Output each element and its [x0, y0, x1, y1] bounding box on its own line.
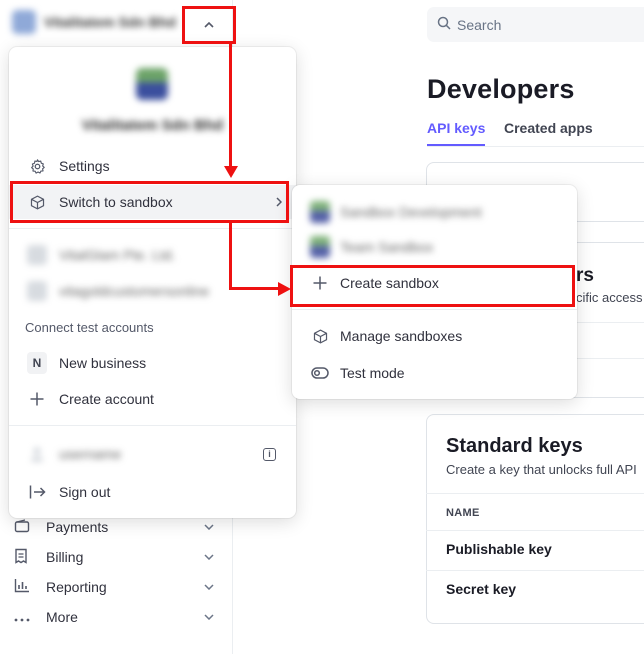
account-avatar: [27, 245, 47, 265]
menu-item-new-business[interactable]: N New business: [9, 346, 296, 380]
menu-item-account[interactable]: VitalGlam Pte. Ltd.: [9, 238, 296, 272]
card-title-partial: rs: [576, 265, 594, 286]
standard-keys-subtitle: Create a key that unlocks full API: [446, 462, 637, 477]
menu-item-label: Create account: [59, 391, 154, 407]
cube-icon: [310, 326, 330, 346]
chevron-down-icon: [204, 611, 214, 623]
menu-item-label: Settings: [59, 158, 110, 174]
annotation-arrow-down: [223, 166, 238, 178]
sandbox-name: Sandbox Development: [340, 204, 482, 220]
annotation-line: [229, 223, 232, 290]
account-dropdown: Vitalitatem Sdn Bhd Settings Switch to s…: [9, 47, 296, 518]
menu-item-label: Sign out: [59, 484, 111, 500]
menu-item-account[interactable]: vitagoldcustomersonline: [9, 274, 296, 308]
gear-icon: [27, 156, 47, 176]
bar-chart-icon: [14, 578, 36, 596]
sandbox-item[interactable]: Sandbox Development: [292, 195, 577, 229]
sidebar-item-reporting[interactable]: Reporting: [14, 574, 214, 600]
sandbox-name: Team Sandbox: [340, 239, 434, 255]
chevron-down-icon: [204, 581, 214, 593]
new-business-badge: N: [27, 352, 47, 374]
user-icon: [27, 444, 47, 464]
account-avatar-icon: [27, 245, 47, 265]
sandbox-logo: [310, 201, 330, 223]
card-subtitle-partial: cific access: [576, 290, 643, 305]
wallet-icon: [14, 518, 36, 536]
search-bar[interactable]: Search: [427, 7, 644, 42]
sidebar-item-more[interactable]: More: [14, 604, 214, 630]
sidebar-item-label: Payments: [46, 519, 109, 535]
account-name: Vitalitatem Sdn Bhd: [44, 14, 176, 30]
menu-item-settings[interactable]: Settings: [9, 149, 296, 183]
annotation-box-create-sandbox: [290, 265, 575, 307]
tab-api-keys[interactable]: API keys: [427, 120, 486, 146]
sandbox-logo: [310, 236, 330, 258]
info-icon[interactable]: i: [263, 447, 276, 461]
menu-item-label: New business: [59, 355, 147, 371]
card-divider: [426, 530, 644, 531]
sandbox-item[interactable]: Team Sandbox: [292, 230, 577, 264]
account-logo: [136, 68, 168, 100]
menu-item-label: VitalGlam Pte. Ltd.: [59, 247, 176, 263]
billing-icon: [14, 548, 36, 567]
sign-out-icon: [27, 482, 47, 502]
menu-item-manage-sandboxes[interactable]: Manage sandboxes: [292, 319, 577, 353]
toggle-icon: [310, 363, 330, 383]
sandbox-logo-icon: [310, 201, 330, 223]
tabs-divider: [427, 146, 644, 147]
menu-item-label: vitagoldcustomersonline: [59, 283, 210, 299]
menu-divider: [9, 228, 296, 229]
user-name: username: [59, 446, 122, 462]
business-badge-icon: N: [27, 352, 47, 374]
table-row-secret-key[interactable]: Secret key: [446, 581, 516, 597]
annotation-box-switch-sandbox: [10, 181, 289, 223]
sandbox-logo-icon: [310, 236, 330, 258]
page-title: Developers: [427, 74, 575, 104]
account-switcher[interactable]: Vitalitatem Sdn Bhd: [12, 10, 176, 34]
search-placeholder: Search: [457, 16, 502, 33]
card-divider: [426, 570, 644, 571]
account-logo: [12, 10, 36, 34]
menu-divider: [292, 309, 577, 310]
account-avatar-icon: [27, 281, 47, 301]
annotation-box-toggle: [182, 6, 236, 44]
sidebar-item-label: Billing: [46, 549, 84, 565]
chevron-down-icon: [204, 551, 214, 563]
menu-item-label: Manage sandboxes: [340, 328, 463, 344]
sidebar-item-label: Reporting: [46, 579, 107, 595]
tab-created-apps[interactable]: Created apps: [504, 120, 593, 144]
table-row-publishable-key[interactable]: Publishable key: [446, 541, 552, 557]
account-name: Vitalitatem Sdn Bhd: [81, 117, 224, 134]
search-icon: [437, 16, 451, 33]
section-label-connect-test: Connect test accounts: [25, 320, 154, 335]
card-divider: [426, 493, 644, 494]
sidebar-item-billing[interactable]: Billing: [14, 544, 214, 570]
menu-item-test-mode[interactable]: Test mode: [292, 356, 577, 390]
menu-item-create-account[interactable]: Create account: [9, 382, 296, 416]
menu-item-user[interactable]: username i: [9, 437, 296, 471]
more-dots-icon: [14, 609, 36, 625]
annotation-line: [229, 44, 232, 168]
menu-item-label: Test mode: [340, 365, 405, 381]
menu-item-sign-out[interactable]: Sign out: [9, 475, 296, 509]
annotation-line: [229, 287, 279, 290]
sidebar-item-label: More: [46, 609, 78, 625]
chevron-down-icon: [204, 521, 214, 533]
account-avatar: [27, 281, 47, 301]
column-header-name: NAME: [446, 507, 480, 519]
menu-divider: [9, 425, 296, 426]
standard-keys-title: Standard keys: [446, 435, 583, 457]
plus-icon: [27, 389, 47, 409]
